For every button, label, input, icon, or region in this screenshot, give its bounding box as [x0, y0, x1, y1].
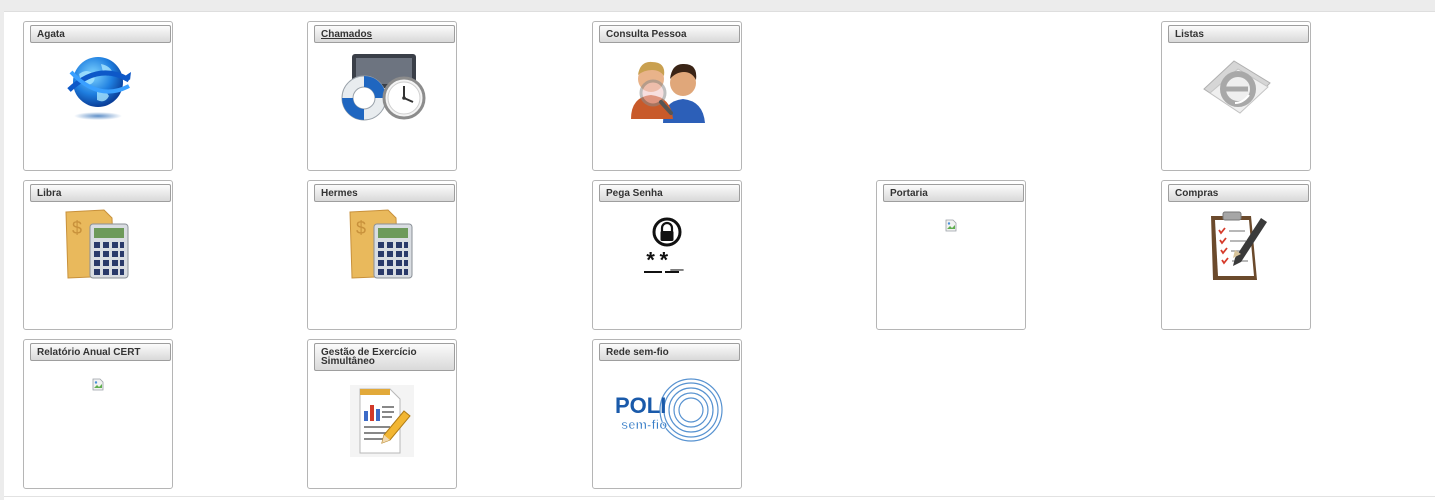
- tile-header[interactable]: Listas: [1168, 25, 1309, 43]
- tile-label: Listas: [1175, 29, 1204, 40]
- tile-portaria[interactable]: Portaria: [876, 180, 1026, 330]
- tile-header[interactable]: Rede sem-fio: [599, 343, 740, 361]
- tile-listas[interactable]: Listas: [1161, 21, 1311, 171]
- tile-label: Consulta Pessoa: [606, 29, 687, 40]
- tile-relatorio-anual-cert[interactable]: Relatório Anual CERT: [23, 339, 173, 489]
- people-search-icon[interactable]: [593, 46, 741, 126]
- globe-icon[interactable]: [24, 46, 172, 126]
- tile-label: Relatório Anual CERT: [37, 347, 141, 358]
- bottom-divider: [4, 496, 1435, 497]
- calculator-icon[interactable]: $: [308, 205, 456, 285]
- tile-pega-senha[interactable]: Pega Senha **_: [592, 180, 742, 330]
- tile-header[interactable]: Relatório Anual CERT: [30, 343, 171, 361]
- tile-label: Chamados: [321, 29, 373, 40]
- email-icon[interactable]: [1162, 46, 1310, 126]
- tile-label: Libra: [37, 188, 62, 199]
- tile-chamados[interactable]: Chamados: [307, 21, 457, 171]
- lifebuoy-clock-icon[interactable]: [308, 46, 456, 126]
- tile-header[interactable]: Chamados: [314, 25, 455, 43]
- tile-header[interactable]: Pega Senha: [599, 184, 740, 202]
- tile-hermes[interactable]: Hermes $: [307, 180, 457, 330]
- broken-image-icon[interactable]: [945, 219, 957, 232]
- tile-consulta-pessoa[interactable]: Consulta Pessoa: [592, 21, 742, 171]
- svg-text:$: $: [356, 218, 366, 238]
- tile-label: Agata: [37, 29, 65, 40]
- tile-header[interactable]: Consulta Pessoa: [599, 25, 740, 43]
- calculator-icon[interactable]: $: [24, 205, 172, 285]
- tile-label: Compras: [1175, 188, 1219, 199]
- tile-label: Portaria: [890, 188, 928, 199]
- tile-header[interactable]: Portaria: [883, 184, 1024, 202]
- tile-header[interactable]: Libra: [30, 184, 171, 202]
- tile-header[interactable]: Compras: [1168, 184, 1309, 202]
- clipboard-checklist-icon[interactable]: [1162, 205, 1310, 285]
- tile-compras[interactable]: Compras: [1161, 180, 1311, 330]
- left-edge-bar: [0, 11, 4, 500]
- poli-logo-subtext: sem-fio: [621, 417, 667, 432]
- tile-label: Rede sem-fio: [606, 347, 669, 358]
- tile-agata[interactable]: Agata: [23, 21, 173, 171]
- top-bar: [0, 0, 1435, 12]
- tile-header[interactable]: Hermes: [314, 184, 455, 202]
- poli-logo-text: POLI: [615, 393, 666, 418]
- tile-header[interactable]: Agata: [30, 25, 171, 43]
- tile-label: Pega Senha: [606, 188, 663, 199]
- tile-label: Hermes: [321, 188, 358, 199]
- tile-gestao-exercicio-simultaneo[interactable]: Gestão de Exercício Simultâneo: [307, 339, 457, 489]
- tile-libra[interactable]: Libra $: [23, 180, 173, 330]
- report-edit-icon[interactable]: [308, 380, 456, 460]
- svg-text:$: $: [72, 218, 82, 238]
- password-lock-icon[interactable]: **_: [593, 205, 741, 285]
- tile-header[interactable]: Gestão de Exercício Simultâneo: [314, 343, 455, 371]
- poli-wireless-logo[interactable]: POLI sem-fio: [593, 370, 741, 450]
- tile-rede-sem-fio[interactable]: Rede sem-fio POLI sem-fio: [592, 339, 742, 489]
- tile-label: Gestão de Exercício Simultâneo: [321, 347, 417, 367]
- broken-image-icon[interactable]: [92, 378, 104, 391]
